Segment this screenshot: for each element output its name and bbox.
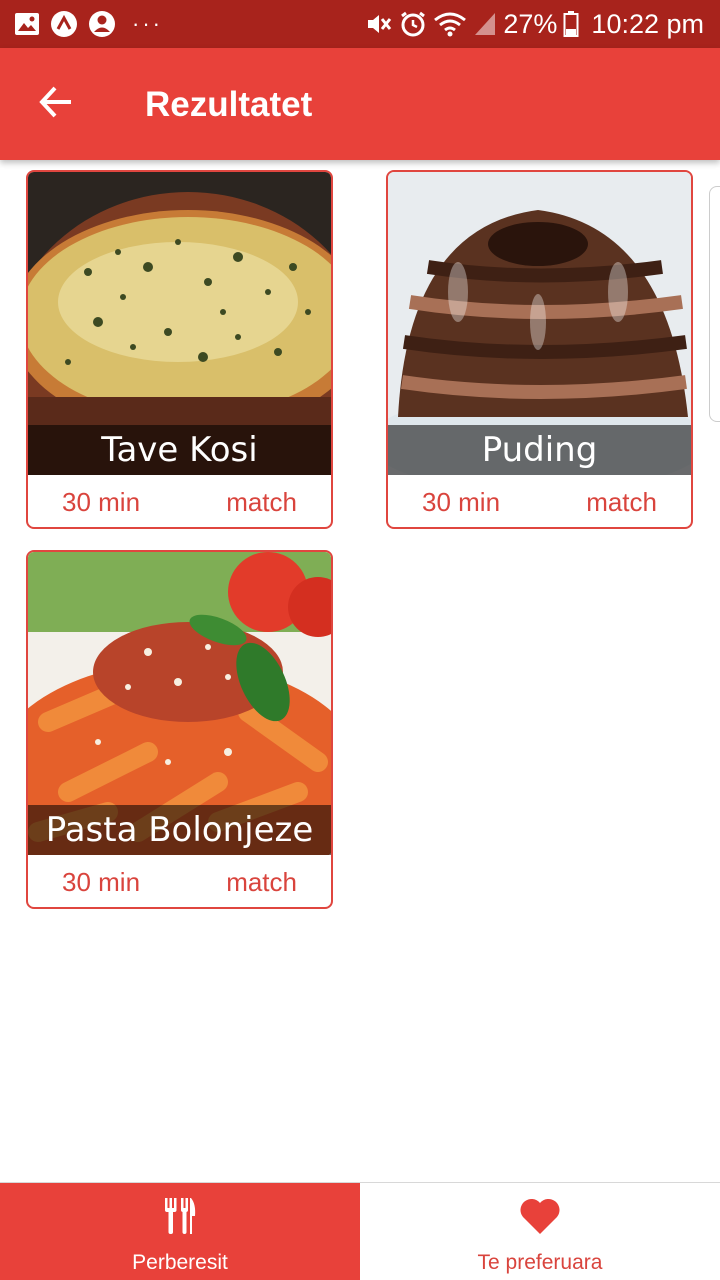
recipe-card-puding[interactable]: Puding 30 min match [386,170,693,529]
account-icon [88,10,116,38]
recipe-time: 30 min [62,867,141,897]
gallery-icon [14,12,40,36]
recipe-match: match [226,487,297,517]
bottom-navigation: Perberesit Te preferuara [0,1182,720,1280]
status-right-icons: 27% 10:22 pm [365,8,704,40]
fork-knife-icon [163,1195,197,1237]
alarm-icon [399,10,427,38]
page-title: Rezultatet [145,85,313,124]
recipe-footer: 30 min match [28,855,331,907]
offscreen-card-edge [709,186,720,422]
status-time: 10:22 pm [591,8,704,39]
mute-icon [365,11,393,37]
recipe-match: match [586,487,657,517]
back-button[interactable] [24,72,88,136]
status-left-icons: ··· [14,10,163,38]
recipe-title-band: Puding [388,425,691,475]
app-bar: Rezultatet [0,48,720,160]
recipe-time: 30 min [62,487,141,517]
recipe-title-band: Tave Kosi [28,425,331,475]
arrow-left-icon [38,84,74,125]
recipe-time: 30 min [422,487,501,517]
app-notification-icon [50,10,78,38]
wifi-icon [433,11,467,37]
recipe-card-pasta-bolonjeze[interactable]: Pasta Bolonjeze 30 min match [26,550,333,909]
nav-item-perberesit[interactable]: Perberesit [0,1183,360,1280]
nav-label: Perberesit [132,1251,228,1274]
recipe-card-tave-kosi[interactable]: Tave Kosi 30 min match [26,170,333,529]
results-grid: Tave Kosi 30 min match Puding 30 min mat… [0,160,720,1182]
battery-icon [563,10,579,38]
recipe-title: Puding [481,430,598,470]
recipe-title-band: Pasta Bolonjeze [28,805,331,855]
recipe-title: Tave Kosi [101,430,258,470]
signal-icon [473,11,497,37]
recipe-footer: 30 min match [28,475,331,527]
recipe-match: match [226,867,297,897]
recipe-footer: 30 min match [388,475,691,527]
battery-percent: 27% [503,8,558,39]
heart-icon [519,1195,561,1237]
nav-item-te-preferuara[interactable]: Te preferuara [360,1183,720,1280]
nav-label: Te preferuara [477,1251,603,1274]
status-bar: ··· 27% 10:22 pm [0,0,720,48]
recipe-title: Pasta Bolonjeze [45,810,314,850]
more-dots-icon: ··· [132,11,163,36]
